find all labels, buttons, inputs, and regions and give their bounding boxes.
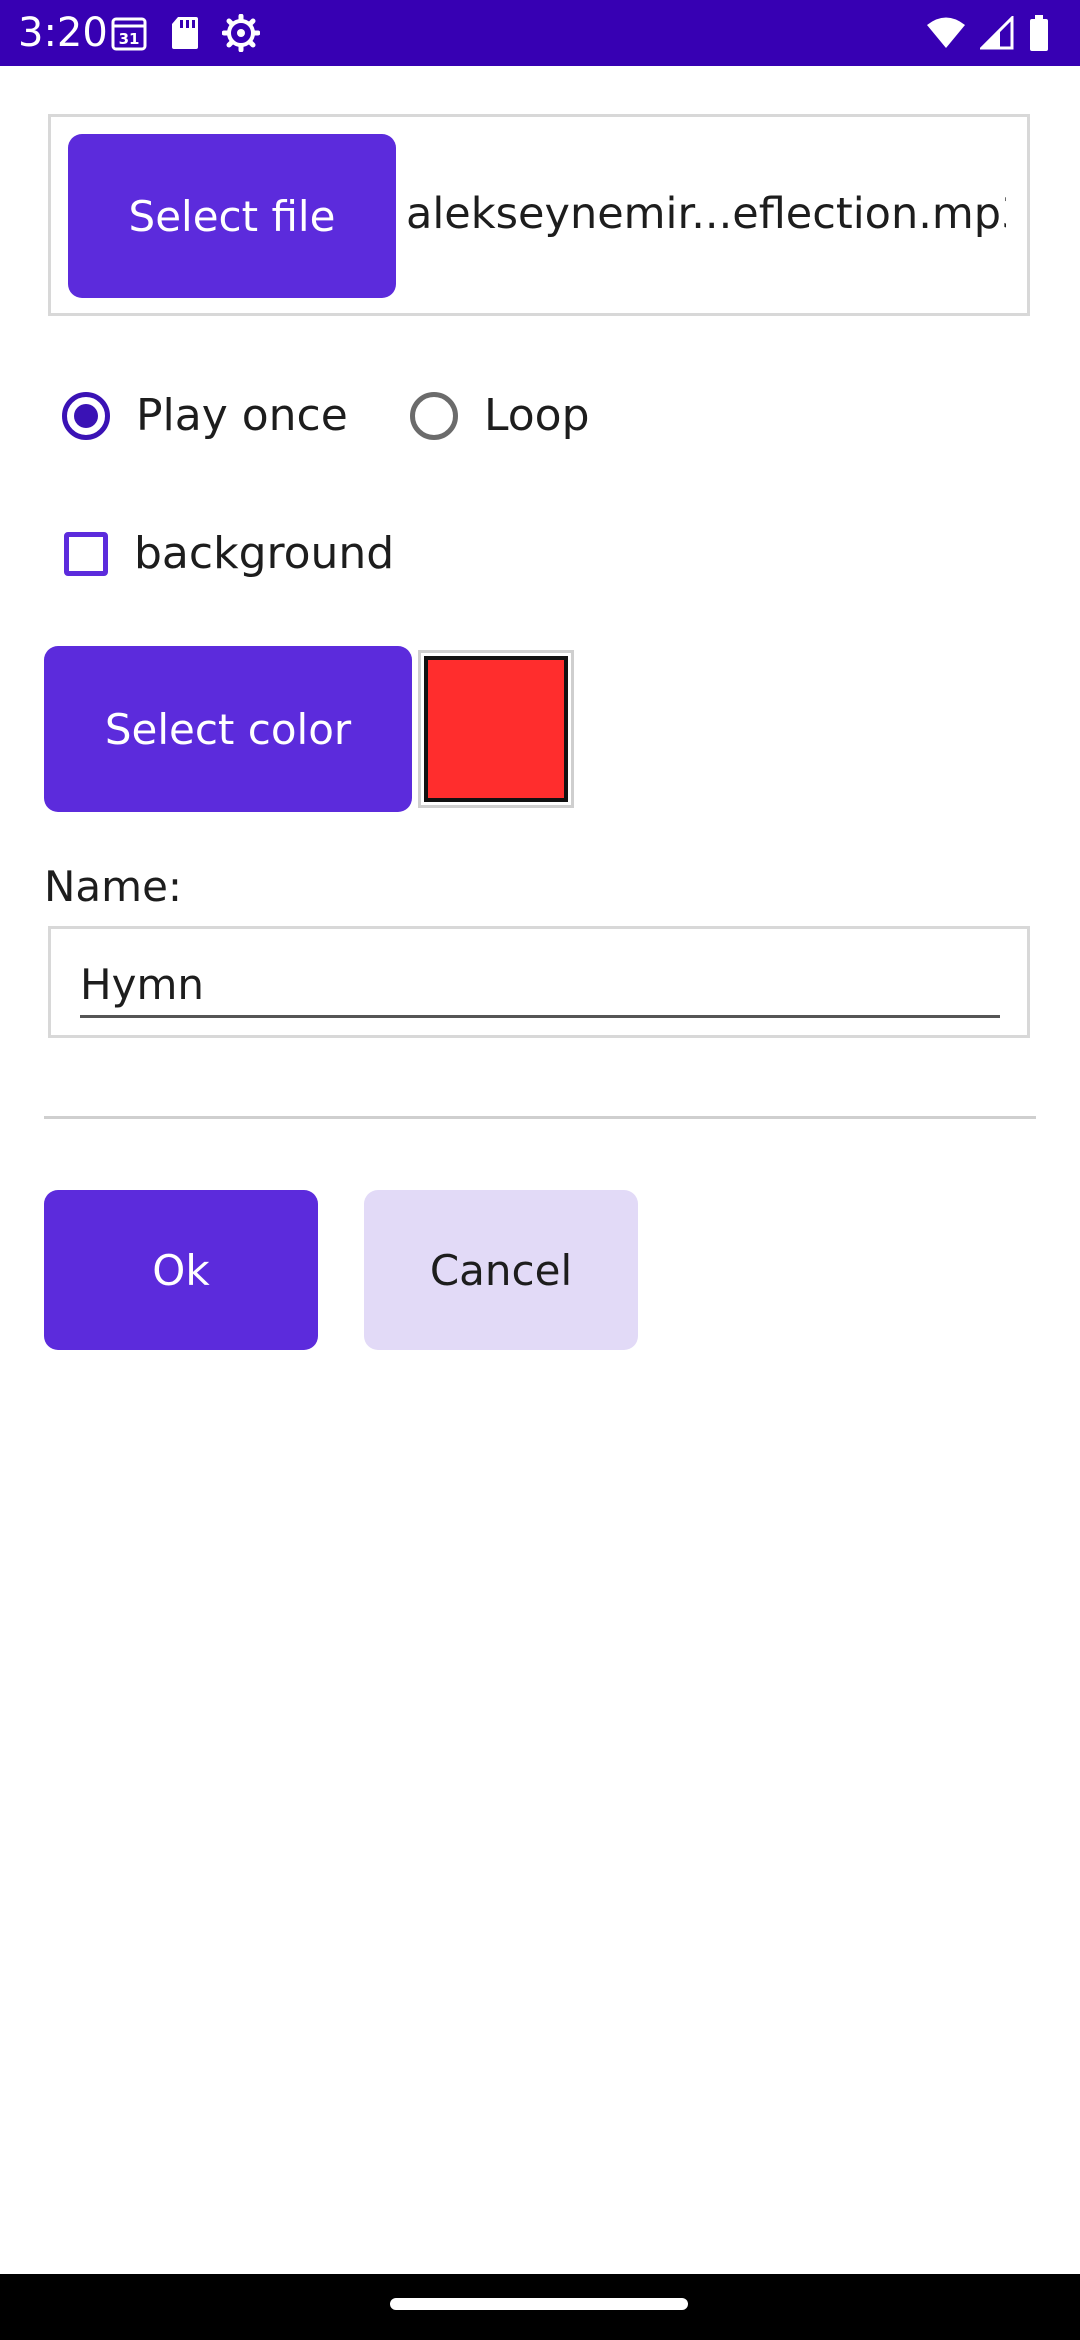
select-color-button[interactable]: Select color — [44, 646, 412, 812]
name-label: Name: — [44, 862, 183, 911]
cancel-button[interactable]: Cancel — [364, 1190, 638, 1350]
settings-icon — [222, 14, 260, 52]
radio-checked-icon — [62, 391, 110, 440]
calendar-icon: 31 — [110, 14, 148, 52]
battery-icon — [1028, 14, 1050, 52]
sd-card-icon — [170, 15, 200, 51]
wifi-icon — [926, 16, 966, 50]
radio-play-once[interactable]: Play once — [62, 390, 348, 441]
selected-file-name: alekseynemir...eflection.mp3 — [406, 189, 1006, 239]
status-time: 3:20 — [18, 10, 108, 56]
ok-button[interactable]: Ok — [44, 1190, 318, 1350]
radio-loop[interactable]: Loop — [410, 390, 590, 441]
home-gesture-handle[interactable] — [390, 2298, 688, 2310]
divider — [44, 1116, 1036, 1119]
calendar-day: 31 — [119, 30, 140, 48]
select-file-button[interactable]: Select file — [68, 134, 396, 298]
radio-play-once-label: Play once — [136, 390, 348, 441]
background-checkbox[interactable]: background — [64, 528, 394, 579]
status-left-icons: 31 — [110, 12, 260, 54]
name-input[interactable] — [80, 954, 1000, 1018]
radio-unchecked-icon — [410, 391, 458, 440]
cell-signal-icon — [980, 16, 1014, 50]
background-checkbox-label: background — [134, 528, 395, 579]
color-preview-fill — [424, 656, 568, 802]
status-right-icons — [926, 12, 1050, 54]
status-bar: 3:20 31 — [0, 0, 1080, 66]
color-preview-swatch — [418, 650, 574, 808]
radio-loop-label: Loop — [484, 390, 590, 441]
radio-dot — [74, 403, 98, 428]
screen: 3:20 31 Select file alekseynemir...eflec… — [0, 0, 1080, 2340]
checkbox-unchecked-icon — [64, 531, 108, 576]
